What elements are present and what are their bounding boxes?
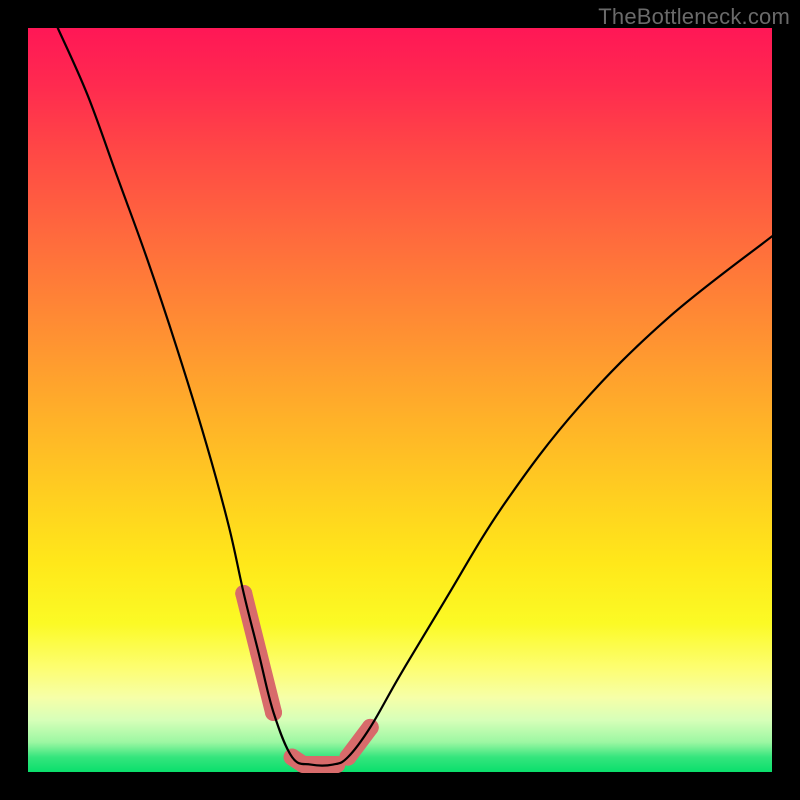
plot-area bbox=[28, 28, 772, 772]
bottleneck-curve-path bbox=[58, 28, 772, 766]
chart-frame: TheBottleneck.com bbox=[0, 0, 800, 800]
watermark-text: TheBottleneck.com bbox=[598, 4, 790, 30]
chart-svg bbox=[28, 28, 772, 772]
